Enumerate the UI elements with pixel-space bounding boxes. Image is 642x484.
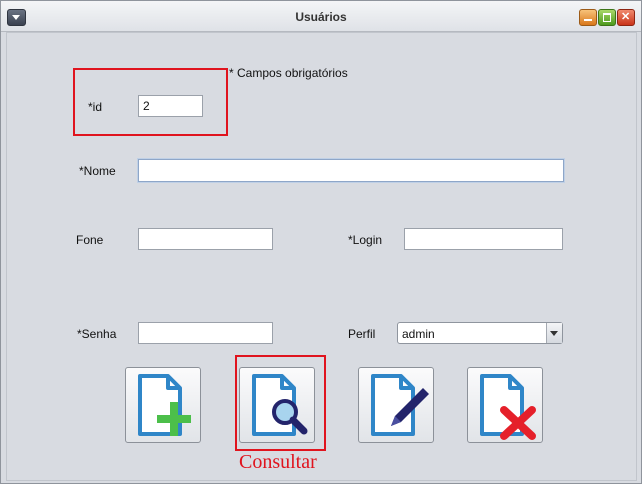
required-fields-note: * Campos obrigatórios <box>229 66 348 80</box>
minimize-button[interactable] <box>579 9 597 26</box>
login-field[interactable] <box>404 228 563 250</box>
app-window: Usuários * Campos obrigatórios *id 2 *No… <box>0 0 642 484</box>
consultar-button[interactable] <box>239 367 315 443</box>
close-button[interactable] <box>617 9 635 26</box>
senha-label: *Senha <box>77 327 117 341</box>
document-add-icon <box>138 374 191 436</box>
consultar-annotation: Consultar <box>239 451 317 473</box>
nome-field[interactable] <box>138 159 564 182</box>
id-field[interactable]: 2 <box>138 95 203 117</box>
fone-field[interactable] <box>138 228 273 250</box>
document-search-icon <box>252 374 308 436</box>
senha-field[interactable] <box>138 322 273 344</box>
perfil-label: Perfil <box>348 327 376 341</box>
perfil-select[interactable]: admin <box>397 322 563 344</box>
add-button[interactable] <box>125 367 201 443</box>
maximize-button[interactable] <box>598 9 616 26</box>
fone-label: Fone <box>76 233 104 247</box>
perfil-selected-value: admin <box>402 327 435 341</box>
document-edit-icon <box>371 374 429 436</box>
login-label: *Login <box>348 233 383 247</box>
nome-label: *Nome <box>79 164 116 178</box>
title-bar: Usuários <box>1 1 641 32</box>
edit-button[interactable] <box>358 367 434 443</box>
chevron-down-icon[interactable] <box>546 323 562 343</box>
delete-button[interactable] <box>467 367 543 443</box>
document-delete-icon <box>480 374 536 440</box>
window-title: Usuários <box>295 10 347 24</box>
id-label: *id <box>88 100 103 114</box>
